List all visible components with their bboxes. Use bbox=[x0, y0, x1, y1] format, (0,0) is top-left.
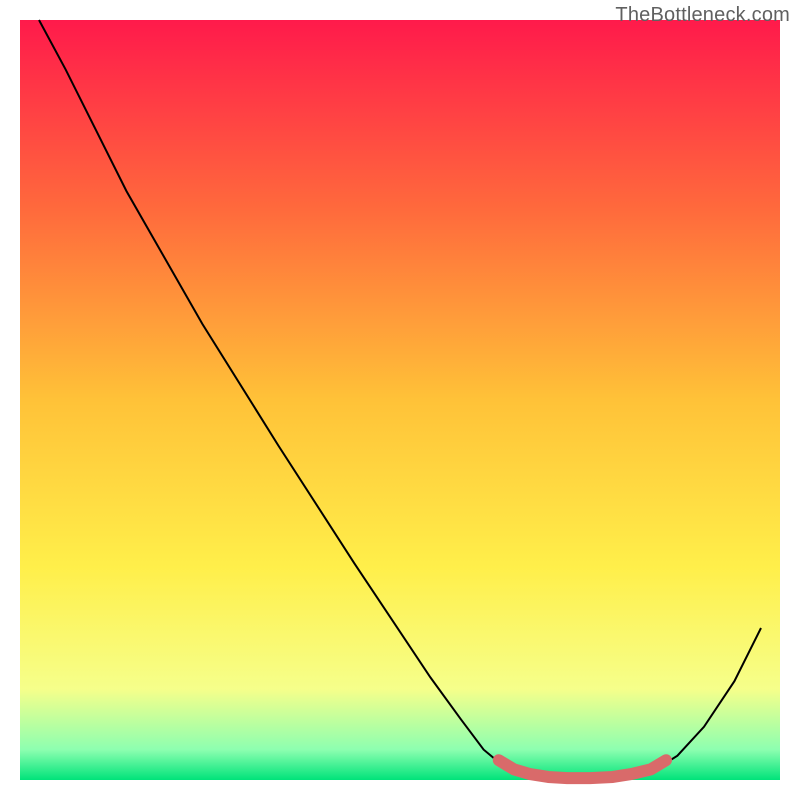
plot-background bbox=[20, 20, 780, 780]
bottleneck-chart bbox=[0, 0, 800, 800]
chart-container: TheBottleneck.com bbox=[0, 0, 800, 800]
attribution-label: TheBottleneck.com bbox=[615, 4, 790, 27]
